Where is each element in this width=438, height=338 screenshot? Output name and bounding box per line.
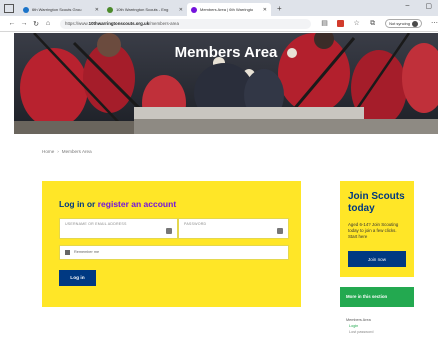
site-favicon-icon (107, 6, 113, 13)
extension-icon[interactable] (337, 20, 345, 27)
password-label: Password (184, 222, 207, 226)
window-controls: – ▢ (405, 2, 432, 10)
login-heading-text: Log in or (59, 199, 96, 209)
browser-tab-strip: 6th Warrington Scouts Grou ✕ 10th Warrin… (0, 0, 438, 16)
url-prefix: https://www. (65, 21, 89, 26)
browser-tab-active[interactable]: Members Area | 6th Warringto ✕ (187, 3, 271, 16)
username-label: Username or email address (65, 222, 127, 226)
site-favicon-icon (23, 6, 29, 13)
section-nav: More in this section Members Area Login … (340, 287, 414, 338)
remember-me-label: Remember me (74, 250, 100, 254)
join-scouts-card: Join Scouts today Aged 6-14? Join Scouti… (340, 181, 414, 277)
close-tab-icon[interactable]: ✕ (263, 7, 267, 13)
username-field[interactable]: Username or email address (59, 218, 178, 239)
refresh-icon[interactable]: ↻ (30, 20, 42, 28)
login-heading: Log in or register an account (59, 199, 176, 209)
breadcrumb-home-link[interactable]: Home (42, 149, 54, 154)
register-account-link[interactable]: register an account (98, 199, 176, 209)
maximize-icon[interactable]: ▢ (425, 2, 432, 10)
close-tab-icon[interactable]: ✕ (179, 7, 183, 13)
url-path: /members-area (149, 21, 179, 26)
more-menu-icon[interactable]: ⋯ (431, 20, 438, 27)
login-card: Log in or register an account Username o… (42, 181, 301, 307)
remember-me-row[interactable]: Remember me (59, 245, 289, 260)
avatar (412, 20, 418, 27)
home-icon[interactable]: ⌂ (42, 20, 54, 27)
browser-tab[interactable]: 6th Warrington Scouts Grou ✕ (19, 3, 103, 16)
forward-icon[interactable]: → (18, 20, 30, 27)
hero-banner: Members Area (14, 33, 438, 134)
page: 6th Warrington Scouts Grou ✕ 10th Warrin… (0, 0, 438, 338)
password-manager-icon[interactable] (277, 228, 283, 234)
address-bar[interactable]: https://www. 10thwarringtonscouts.org.uk /… (60, 18, 312, 29)
password-field[interactable]: Password (178, 218, 289, 239)
tab-title: Members Area | 6th Warringto (200, 7, 254, 12)
section-nav-heading: More in this section (340, 287, 414, 307)
profile-label: Not syncing (389, 21, 410, 26)
window-menu-icon[interactable] (4, 3, 14, 13)
favorites-star-icon[interactable]: ☆ (353, 20, 360, 27)
tab-title: 6th Warrington Scouts Grou (32, 7, 82, 12)
collections-icon[interactable]: ⧉ (369, 20, 376, 27)
join-heading: Join Scouts today (348, 191, 405, 214)
breadcrumb-separator: › (57, 149, 59, 154)
browser-tab[interactable]: 10th Warrington Scouts - Eng ✕ (103, 3, 187, 16)
join-description: Aged 6-14? Join Scouting today to join a… (348, 222, 399, 239)
section-nav-list: Members Area Login Lost password (346, 317, 412, 335)
back-icon[interactable]: ← (6, 20, 18, 27)
toolbar-icons: ▤ ☆ ⧉ Not syncing ⋯ (321, 19, 438, 28)
site-favicon-icon (191, 6, 197, 13)
tab-title: 10th Warrington Scouts - Eng (116, 7, 169, 12)
password-manager-icon[interactable] (166, 228, 172, 234)
login-button[interactable]: Log in (59, 270, 96, 286)
profile-button[interactable]: Not syncing (385, 19, 422, 28)
breadcrumb-current: Members Area (61, 149, 92, 154)
section-nav-item[interactable]: Lost password (346, 329, 412, 335)
browser-toolbar: ← → ↻ ⌂ https://www. 10thwarringtonscouts… (0, 16, 438, 32)
reading-view-icon[interactable]: ▤ (321, 20, 328, 27)
minimize-icon[interactable]: – (405, 2, 409, 10)
join-now-button[interactable]: Join now (348, 251, 406, 267)
url-host: 10thwarringtonscouts.org.uk (88, 21, 150, 26)
breadcrumb: Home › Members Area (42, 149, 92, 154)
new-tab-button[interactable]: + (277, 4, 282, 13)
remember-me-checkbox[interactable] (65, 250, 70, 255)
close-tab-icon[interactable]: ✕ (95, 7, 99, 13)
page-title: Members Area (174, 44, 278, 61)
